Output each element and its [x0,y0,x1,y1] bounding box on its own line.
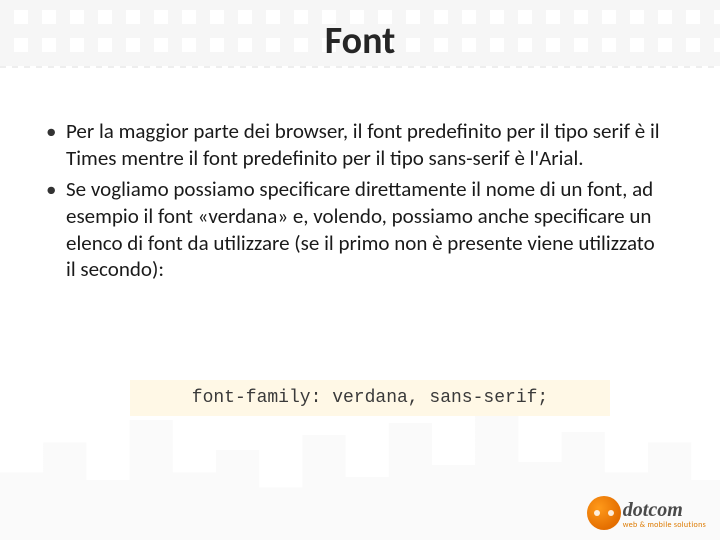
body-content: Per la maggior parte dei browser, il fon… [44,118,660,287]
logo-text: dotcom web & mobile solutions [623,500,706,530]
brand-logo: dotcom web & mobile solutions [587,496,706,530]
bullet-list: Per la maggior parte dei browser, il fon… [44,118,660,283]
page-title: Font [0,18,720,64]
logo-icon [587,496,621,530]
logo-brand-name: dotcom [623,500,706,520]
logo-tagline: web & mobile solutions [623,520,706,530]
code-text: font-family: verdana, sans-serif; [192,388,548,408]
list-item: Se vogliamo possiamo specificare diretta… [44,176,660,284]
list-item: Per la maggior parte dei browser, il fon… [44,118,660,172]
code-example: font-family: verdana, sans-serif; [130,380,610,416]
